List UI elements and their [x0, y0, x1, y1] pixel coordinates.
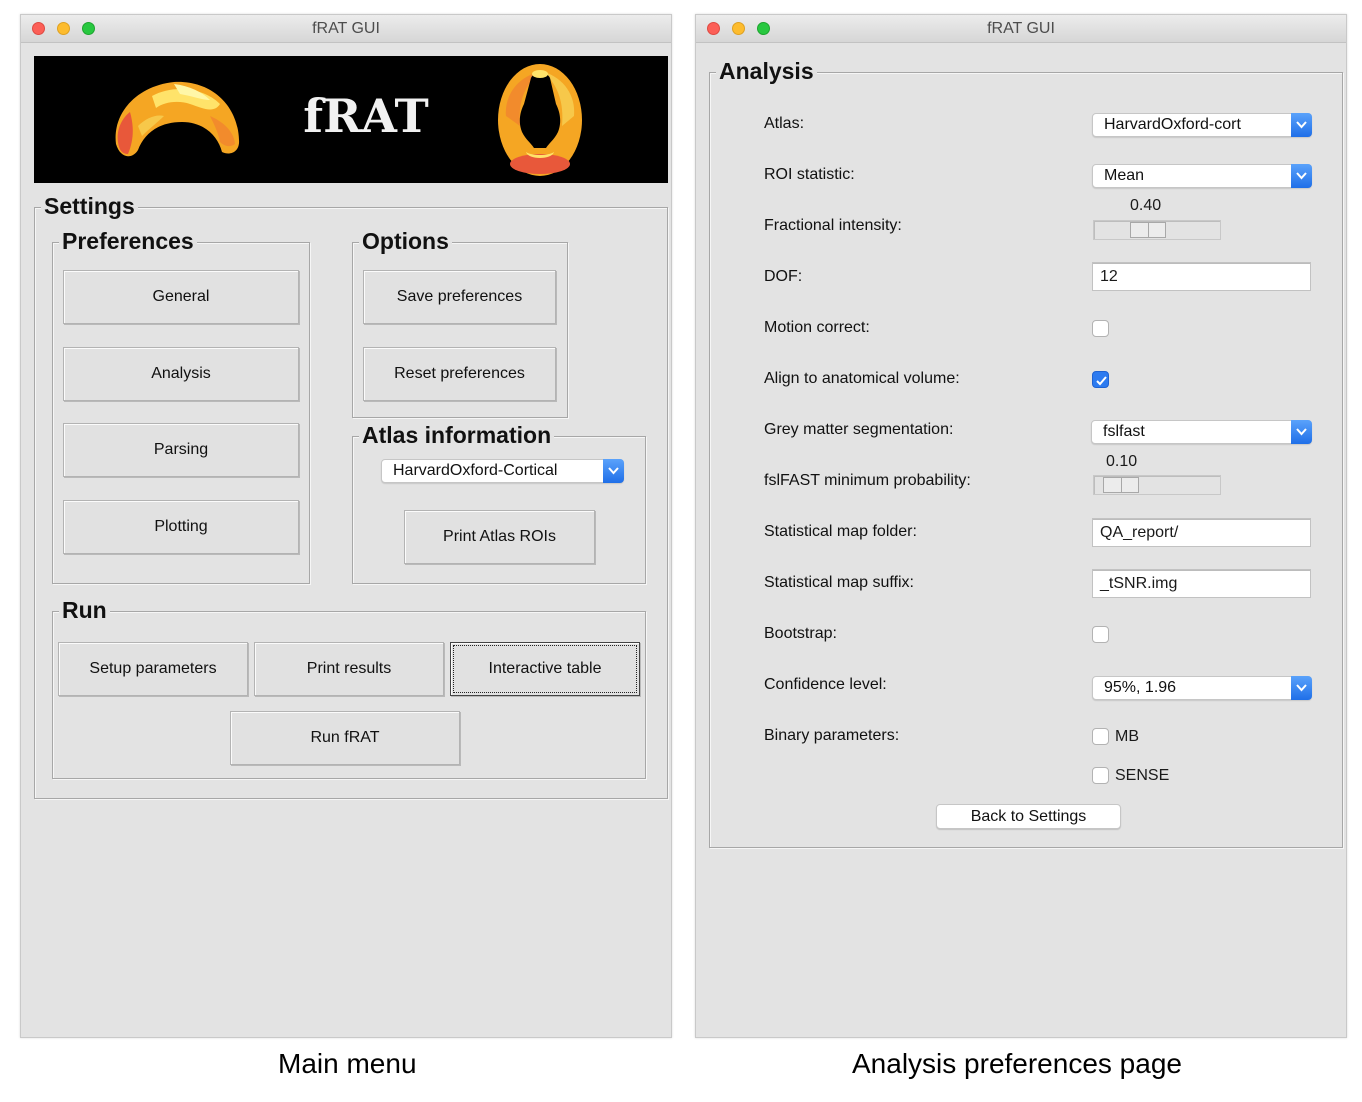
fslfast-min-prob-slider-thumb[interactable] [1103, 477, 1139, 493]
dof-input[interactable]: 12 [1092, 262, 1311, 291]
minimize-window-icon[interactable] [732, 22, 745, 35]
fractional-intensity-slider[interactable] [1093, 220, 1221, 240]
plotting-button[interactable]: Plotting [63, 500, 299, 554]
fslfast-min-prob-value: 0.10 [1106, 453, 1138, 470]
print-results-button[interactable]: Print results [254, 642, 444, 696]
grey-matter-select[interactable]: fslfast [1091, 420, 1312, 444]
fractional-intensity-label: Fractional intensity: [764, 217, 902, 234]
main-menu-window: fRAT GUI fRAT Settings Preferences Gener… [20, 14, 672, 1038]
maximize-window-icon[interactable] [757, 22, 770, 35]
analysis-page-caption: Analysis preferences page [852, 1048, 1182, 1079]
atlas-select-value: HarvardOxford-Cortical [393, 462, 558, 479]
frat-banner: fRAT [34, 56, 668, 183]
atlas-label: Atlas: [764, 115, 805, 132]
maximize-window-icon[interactable] [82, 22, 95, 35]
sense-checkbox[interactable] [1092, 767, 1109, 784]
fslfast-min-prob-slider[interactable] [1093, 475, 1221, 495]
atlas-information-group: Atlas information HarvardOxford-Cortical… [352, 422, 646, 584]
analysis-group-label: Analysis [716, 58, 817, 84]
analysis-window-titlebar[interactable]: fRAT GUI [696, 15, 1346, 43]
fslfast-min-prob-label: fslFAST minimum probability: [764, 472, 971, 489]
axial-brain-icon [498, 64, 582, 176]
dof-label: DOF: [764, 268, 803, 285]
atlas-select[interactable]: HarvardOxford-Cortical [381, 459, 624, 483]
setup-parameters-button[interactable]: Setup parameters [58, 642, 248, 696]
mb-checkbox[interactable] [1092, 728, 1109, 745]
motion-correct-checkbox[interactable] [1092, 320, 1109, 337]
align-anatomical-label: Align to anatomical volume: [764, 370, 960, 387]
settings-group-label: Settings [41, 193, 138, 219]
atlas-information-group-label: Atlas information [359, 422, 555, 448]
analysis-group: Analysis Atlas: HarvardOxford-cort ROI s… [709, 58, 1343, 848]
stat-map-folder-label: Statistical map folder: [764, 523, 917, 540]
stat-map-suffix-label: Statistical map suffix: [764, 574, 914, 591]
analysis-button[interactable]: Analysis [63, 347, 299, 401]
run-frat-button[interactable]: Run fRAT [230, 711, 460, 765]
options-group: Options Save preferences Reset preferenc… [352, 228, 568, 418]
settings-group: Settings Preferences General Analysis Pa… [34, 193, 668, 799]
chevron-down-icon [1291, 420, 1312, 444]
general-button[interactable]: General [63, 270, 299, 324]
grey-matter-value: fslfast [1103, 423, 1145, 440]
fractional-intensity-slider-thumb[interactable] [1130, 222, 1166, 238]
main-menu-caption: Main menu [278, 1048, 417, 1079]
preferences-group-label: Preferences [59, 228, 197, 254]
chevron-down-icon [1291, 676, 1312, 700]
chevron-down-icon [1291, 164, 1312, 188]
mb-label: MB [1115, 728, 1139, 745]
grey-matter-label: Grey matter segmentation: [764, 421, 954, 438]
chevron-down-icon [603, 459, 624, 483]
banner-title: fRAT [303, 89, 428, 143]
sense-label: SENSE [1115, 767, 1170, 784]
chevron-down-icon [1291, 113, 1312, 137]
save-preferences-button[interactable]: Save preferences [363, 270, 556, 324]
analysis-preferences-window: fRAT GUI Analysis Atlas: HarvardOxford-c… [695, 14, 1347, 1038]
bootstrap-label: Bootstrap: [764, 625, 837, 642]
stat-map-folder-input[interactable]: QA_report/ [1092, 518, 1311, 547]
back-to-settings-button[interactable]: Back to Settings [936, 804, 1121, 829]
preferences-group: Preferences General Analysis Parsing Plo… [52, 228, 310, 584]
roi-statistic-select[interactable]: Mean [1092, 164, 1312, 188]
analysis-atlas-select[interactable]: HarvardOxford-cort [1092, 113, 1312, 137]
minimize-window-icon[interactable] [57, 22, 70, 35]
run-group: Run Setup parameters Print results Inter… [52, 597, 646, 779]
print-atlas-rois-button[interactable]: Print Atlas ROIs [404, 510, 595, 564]
confidence-level-select[interactable]: 95%, 1.96 [1092, 676, 1312, 700]
run-group-label: Run [59, 597, 110, 623]
interactive-table-button[interactable]: Interactive table [450, 642, 640, 696]
analysis-atlas-value: HarvardOxford-cort [1104, 116, 1241, 133]
frat-banner-image: fRAT [115, 64, 582, 176]
close-window-icon[interactable] [707, 22, 720, 35]
bootstrap-checkbox[interactable] [1092, 626, 1109, 643]
roi-statistic-value: Mean [1104, 167, 1145, 184]
close-window-icon[interactable] [32, 22, 45, 35]
fractional-intensity-value: 0.40 [1130, 197, 1162, 214]
reset-preferences-button[interactable]: Reset preferences [363, 347, 556, 401]
checkmark-icon [1096, 376, 1107, 386]
roi-statistic-label: ROI statistic: [764, 166, 855, 183]
motion-correct-label: Motion correct: [764, 319, 870, 336]
main-window-titlebar[interactable]: fRAT GUI [21, 15, 671, 43]
confidence-level-label: Confidence level: [764, 676, 887, 693]
binary-parameters-label: Binary parameters: [764, 727, 900, 744]
analysis-window-title: fRAT GUI [987, 20, 1055, 37]
confidence-level-value: 95%, 1.96 [1104, 679, 1177, 696]
parsing-button[interactable]: Parsing [63, 423, 299, 477]
align-anatomical-checkbox[interactable] [1092, 371, 1109, 388]
options-group-label: Options [359, 228, 452, 254]
stat-map-suffix-input[interactable]: _tSNR.img [1092, 569, 1311, 598]
sagittal-brain-icon [115, 81, 240, 157]
main-window-title: fRAT GUI [312, 20, 380, 37]
